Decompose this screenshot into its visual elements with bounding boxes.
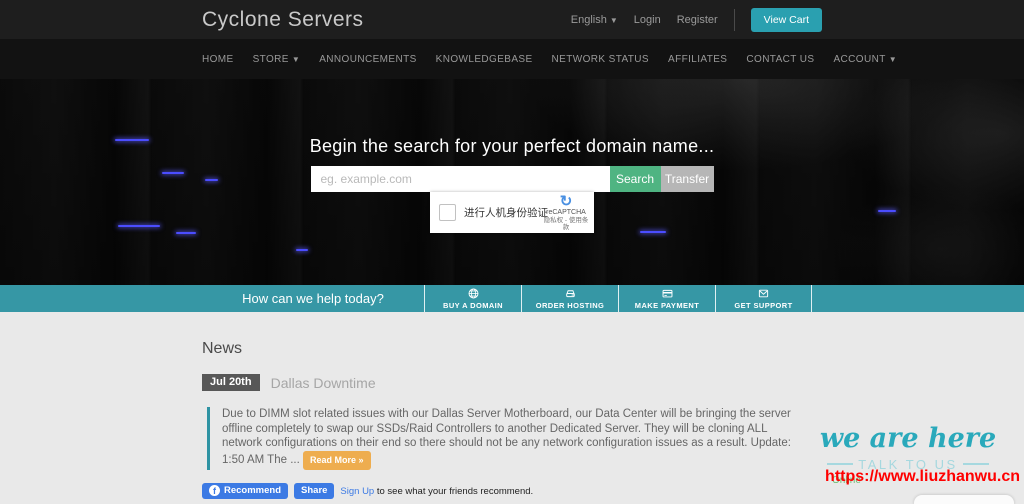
nav-store-label: STORE (252, 53, 289, 65)
recaptcha-brand: reCAPTCHA (546, 209, 586, 216)
facebook-signup-text: Sign Up to see what your friends recomme… (340, 486, 533, 497)
facebook-recommend-label: Recommend (224, 485, 282, 496)
news-date-badge: Jul 20th (202, 374, 260, 391)
chat-we-are-here-text: we are here (819, 423, 997, 454)
domain-search-heading: Begin the search for your perfect domain… (309, 136, 715, 156)
news-item-title[interactable]: Dallas Downtime (271, 375, 376, 391)
facebook-share-button[interactable]: Share (294, 483, 335, 499)
header-divider (733, 8, 735, 31)
nav-network-status[interactable]: NETWORK STATUS (552, 54, 649, 65)
nav-affiliates[interactable]: AFFILIATES (668, 54, 727, 65)
order-hosting-label: ORDER HOSTING (535, 301, 605, 310)
recaptcha-label: 进行人机身份验证 (464, 207, 548, 219)
transfer-button[interactable]: Transfer (660, 166, 714, 192)
get-support-button[interactable]: GET SUPPORT (715, 285, 812, 312)
watermark-url: https://www.liuzhanwu.cn (825, 468, 1020, 485)
top-header: Cyclone Servers English ▼ Login Register … (0, 0, 1024, 39)
facebook-recommend-button[interactable]: f Recommend (202, 483, 289, 499)
domain-search-form: Search Transfer (310, 166, 714, 192)
globe-icon (468, 288, 478, 299)
domain-search-input[interactable] (310, 166, 610, 192)
news-item-dallas-downtime: Jul 20th Dallas Downtime (202, 374, 822, 391)
main-nav: HOME STORE ▼ ANNOUNCEMENTS KNOWLEDGEBASE … (0, 39, 1024, 79)
site-logo[interactable]: Cyclone Servers (202, 8, 364, 32)
nav-account-label: ACCOUNT (833, 53, 886, 65)
language-label: English (570, 13, 607, 26)
register-link[interactable]: Register (677, 14, 718, 26)
news-item-body: Due to DIMM slot related issues with our… (207, 407, 801, 470)
language-dropdown[interactable]: English ▼ (571, 14, 618, 26)
server-led-light (296, 249, 308, 251)
nav-knowledgebase[interactable]: KNOWLEDGEBASE (436, 54, 533, 65)
order-hosting-button[interactable]: ORDER HOSTING (521, 285, 618, 312)
caret-down-icon: ▼ (888, 54, 898, 64)
page: Cyclone Servers English ▼ Login Register … (0, 0, 1024, 504)
caret-down-icon: ▼ (609, 15, 618, 25)
nav-announcements[interactable]: ANNOUNCEMENTS (319, 54, 416, 65)
facebook-share-label: Share (301, 485, 328, 496)
read-more-button[interactable]: Read More » (302, 450, 371, 470)
buy-a-domain-button[interactable]: BUY A DOMAIN (424, 285, 521, 312)
search-button[interactable]: Search (609, 166, 661, 192)
caret-down-icon: ▼ (291, 54, 301, 64)
help-bar: How can we help today? BUY A DOMAIN ORDE… (0, 285, 1024, 312)
login-link[interactable]: Login (634, 14, 661, 26)
facebook-signup-link[interactable]: Sign Up (340, 486, 374, 497)
help-bar-title: How can we help today? (242, 291, 384, 306)
recaptcha-widget: 进行人机身份验证 ↻ reCAPTCHA 隐私权 - 使用条款 (430, 192, 594, 233)
server-icon (565, 290, 575, 298)
nav-contact-us[interactable]: CONTACT US (746, 54, 814, 65)
news-section-title: News (202, 340, 243, 357)
chat-divider-line (827, 463, 854, 466)
credit-card-icon (662, 289, 672, 298)
buy-a-domain-label: BUY A DOMAIN (443, 301, 503, 310)
get-support-label: GET SUPPORT (734, 301, 793, 310)
nav-home[interactable]: HOME (202, 54, 234, 65)
facebook-icon: f (209, 485, 220, 496)
facebook-signup-rest: to see what your friends recommend. (374, 485, 534, 497)
nav-store[interactable]: STORE ▼ (253, 54, 301, 65)
recaptcha-privacy-terms-links[interactable]: 隐私权 - 使用条款 (543, 217, 589, 231)
nav-account-dropdown[interactable]: ACCOUNT ▼ (833, 54, 897, 65)
hero-banner: Begin the search for your perfect domain… (0, 79, 1024, 285)
recaptcha-checkbox[interactable] (439, 204, 456, 221)
envelope-icon (758, 289, 769, 298)
facebook-social-plugin: f Recommend Share Sign Up to see what yo… (202, 483, 822, 499)
recaptcha-logo-icon: ↻ (559, 193, 573, 210)
chat-divider-line (962, 463, 989, 466)
view-cart-button[interactable]: View Cart (750, 7, 822, 32)
make-payment-label: MAKE PAYMENT (634, 301, 700, 310)
make-payment-button[interactable]: MAKE PAYMENT (618, 285, 715, 312)
live-chat-window-edge[interactable] (914, 495, 1014, 504)
